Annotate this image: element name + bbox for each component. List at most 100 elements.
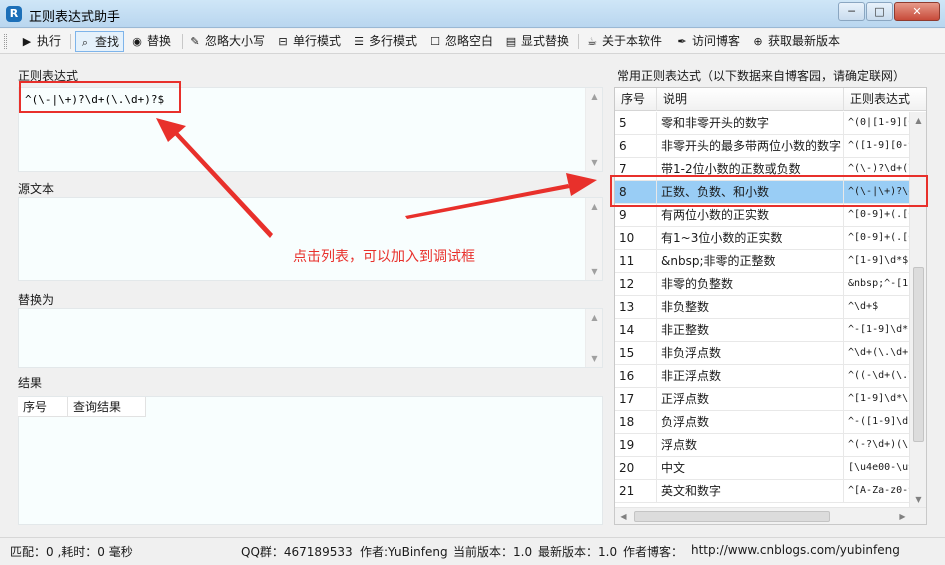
scroll-up-icon[interactable]: ▲ xyxy=(910,112,926,129)
list-row[interactable]: 16非正浮点数^((-\d+(\.\d+)?)|(0+(\.0+)?))$ xyxy=(615,365,909,388)
match-status: 匹配：0 ,耗时：0 毫秒 xyxy=(10,545,133,559)
annotation-text: 点击列表，可以加入到调试框 xyxy=(293,249,475,265)
replace-scrollbar[interactable]: ▲ ▼ xyxy=(585,309,602,367)
list-cell-pattern: ^[A-Za-z0-9]+$ xyxy=(844,480,909,503)
replace-label: 替换 xyxy=(147,34,172,48)
scroll-left-icon[interactable]: ◀ xyxy=(615,508,632,524)
list-cell-index: 20 xyxy=(615,457,657,480)
common-regex-list[interactable]: 序号 说明 正则表达式 5零和非零开头的数字^(0|[1-9][0-9]*)$6… xyxy=(614,87,927,525)
whitespace-icon: ☐ xyxy=(430,35,440,48)
list-row[interactable]: 10有1~3位小数的正实数^[0-9]+(.[0-9]{1,3})?$ xyxy=(615,227,909,250)
scroll-down-icon[interactable]: ▼ xyxy=(586,350,603,367)
list-column-index[interactable]: 序号 xyxy=(615,88,657,111)
play-icon: ▶ xyxy=(22,35,32,48)
toolbar-grip[interactable] xyxy=(4,34,7,49)
list-cell-pattern: ^[0-9]+(.[0-9]{1,3})?$ xyxy=(844,227,909,250)
get-latest-label: 获取最新版本 xyxy=(768,34,841,48)
single-line-button[interactable]: ⊟ 单行模式 xyxy=(274,31,345,52)
ignore-whitespace-label: 忽略空白 xyxy=(445,34,494,48)
list-row[interactable]: 13 非负整数 ^\d+$ xyxy=(615,296,909,319)
list-cell-pattern: ^\d+(\.\d+)?$ xyxy=(844,342,909,365)
about-button[interactable]: ☕ 关于本软件 xyxy=(583,31,666,52)
scroll-thumb[interactable] xyxy=(634,511,830,522)
scroll-down-icon[interactable]: ▼ xyxy=(910,491,926,508)
replace-button[interactable]: ◉ 替换 xyxy=(128,31,175,52)
get-latest-button[interactable]: ⊕ 获取最新版本 xyxy=(749,31,844,52)
list-cell-description: 非正整数 xyxy=(657,319,844,342)
list-row[interactable]: 18负浮点数^-([1-9]\d*\.\d*|0\.\d*[1-9]\d*)$ xyxy=(615,411,909,434)
ignore-whitespace-button[interactable]: ☐ 忽略空白 xyxy=(426,31,497,52)
list-cell-description: 有1~3位小数的正实数 xyxy=(657,227,844,250)
find-button[interactable]: ⌕ 查找 xyxy=(75,31,125,52)
list-cell-description: 中文 xyxy=(657,457,844,480)
run-button[interactable]: ▶ 执行 xyxy=(18,31,65,52)
status-bar: 匹配：0 ,耗时：0 毫秒 QQ群：467189533 作者:YuBinfeng… xyxy=(0,537,945,565)
list-row[interactable]: 14非正整数^-[1-9]\d*|0$ xyxy=(615,319,909,342)
scroll-down-icon[interactable]: ▼ xyxy=(586,154,603,171)
list-cell-index: 17 xyxy=(615,388,657,411)
list-row[interactable]: 11 &nbsp;非零的正整数 ^[1-9]\d*$ xyxy=(615,250,909,273)
list-rows: 5零和非零开头的数字^(0|[1-9][0-9]*)$6非零开头的最多带两位小数… xyxy=(615,112,909,508)
common-regex-label: 常用正则表达式（以下数据来自博客园，请确定联网） xyxy=(617,69,906,83)
source-scrollbar[interactable]: ▲ ▼ xyxy=(585,198,602,280)
latest-version: 最新版本：1.0 xyxy=(538,545,618,559)
blog-icon: ✒ xyxy=(677,35,687,48)
regex-scrollbar[interactable]: ▲ ▼ xyxy=(585,88,602,171)
ignore-case-button[interactable]: ✎ 忽略大小写 xyxy=(186,31,269,52)
toolbar: ▶ 执行 ⌕ 查找 ◉ 替换 ✎ 忽略大小写 ⊟ 单行模式 ☰ 多行模式 ☐ 忽略空白 ▤ 显式… xyxy=(0,29,945,54)
blog-label: 作者博客： xyxy=(623,545,684,559)
list-cell-pattern: ^-[1-9]\d*|0$ xyxy=(844,319,909,342)
result-label: 结果 xyxy=(18,376,43,390)
explicit-replace-icon: ▤ xyxy=(505,35,517,48)
current-version: 当前版本：1.0 xyxy=(453,545,533,559)
list-row[interactable]: 20中文[\u4e00-\u9fa5] xyxy=(615,457,909,480)
multi-line-button[interactable]: ☰ 多行模式 xyxy=(350,31,421,52)
list-row[interactable]: 6非零开头的最多带两位小数的数字^([1-9][0-9]*)+(.[0-9]{1… xyxy=(615,135,909,158)
scroll-up-icon[interactable]: ▲ xyxy=(586,88,603,105)
list-cell-pattern: ^(-?\d+)(\.\d+)?$ xyxy=(844,434,909,457)
replace-with-input[interactable]: ▲ ▼ xyxy=(18,308,603,368)
list-cell-pattern: &nbsp;^-[1-9]\d*$ xyxy=(844,273,909,296)
list-row[interactable]: 15非负浮点数^\d+(\.\d+)?$ xyxy=(615,342,909,365)
close-button[interactable]: ✕ xyxy=(894,2,940,21)
list-column-pattern[interactable]: 正则表达式 xyxy=(844,88,926,111)
replace-icon: ◉ xyxy=(132,35,142,48)
maximize-button[interactable]: □ xyxy=(866,2,893,21)
result-column-query[interactable]: 查询结果 xyxy=(68,397,146,417)
scroll-up-icon[interactable]: ▲ xyxy=(586,198,603,215)
explicit-replace-label: 显式替换 xyxy=(521,34,570,48)
list-horizontal-scrollbar[interactable]: ◀ ▶ xyxy=(615,507,926,524)
minimize-button[interactable]: ─ xyxy=(838,2,865,21)
list-cell-index: 14 xyxy=(615,319,657,342)
toolbar-separator xyxy=(70,34,71,49)
explicit-replace-button[interactable]: ▤ 显式替换 xyxy=(502,31,573,52)
list-cell-index: 9 xyxy=(615,204,657,227)
scroll-down-icon[interactable]: ▼ xyxy=(586,263,603,280)
find-label: 查找 xyxy=(95,35,120,49)
scroll-thumb[interactable] xyxy=(913,267,924,442)
app-icon: R xyxy=(6,6,22,22)
list-row[interactable]: 17正浮点数^[1-9]\d*\.\d*|0\.\d*[1-9]\d*$ xyxy=(615,388,909,411)
list-vertical-scrollbar[interactable]: ▲ ▼ xyxy=(909,112,926,508)
toolbar-separator xyxy=(578,34,579,49)
scroll-up-icon[interactable]: ▲ xyxy=(586,309,603,326)
list-cell-description: 非负浮点数 xyxy=(657,342,844,365)
list-row[interactable]: 21英文和数字^[A-Za-z0-9]+$ xyxy=(615,480,909,503)
blog-url-link[interactable]: http://www.cnblogs.com/yubinfeng xyxy=(691,543,900,557)
window-title: 正则表达式助手 xyxy=(29,10,121,25)
list-cell-pattern: ^[1-9]\d*\.\d*|0\.\d*[1-9]\d*$ xyxy=(844,388,909,411)
source-text-input[interactable]: ▲ ▼ xyxy=(18,197,603,281)
list-column-description[interactable]: 说明 xyxy=(657,88,844,111)
list-row[interactable]: 19浮点数^(-?\d+)(\.\d+)?$ xyxy=(615,434,909,457)
author: 作者:YuBinfeng xyxy=(360,545,448,559)
list-row[interactable]: 9有两位小数的正实数^[0-9]+(.[0-9]{2})?$ xyxy=(615,204,909,227)
arrowhead-icon xyxy=(566,173,597,196)
about-label: 关于本软件 xyxy=(602,34,663,48)
list-row[interactable]: 5零和非零开头的数字^(0|[1-9][0-9]*)$ xyxy=(615,112,909,135)
list-cell-index: 19 xyxy=(615,434,657,457)
list-row[interactable]: 12非零的负整数&nbsp;^-[1-9]\d*$ xyxy=(615,273,909,296)
scroll-right-icon[interactable]: ▶ xyxy=(894,508,911,524)
visit-blog-button[interactable]: ✒ 访问博客 xyxy=(673,31,744,52)
list-cell-index: 21 xyxy=(615,480,657,503)
result-column-index[interactable]: 序号 xyxy=(18,397,68,417)
